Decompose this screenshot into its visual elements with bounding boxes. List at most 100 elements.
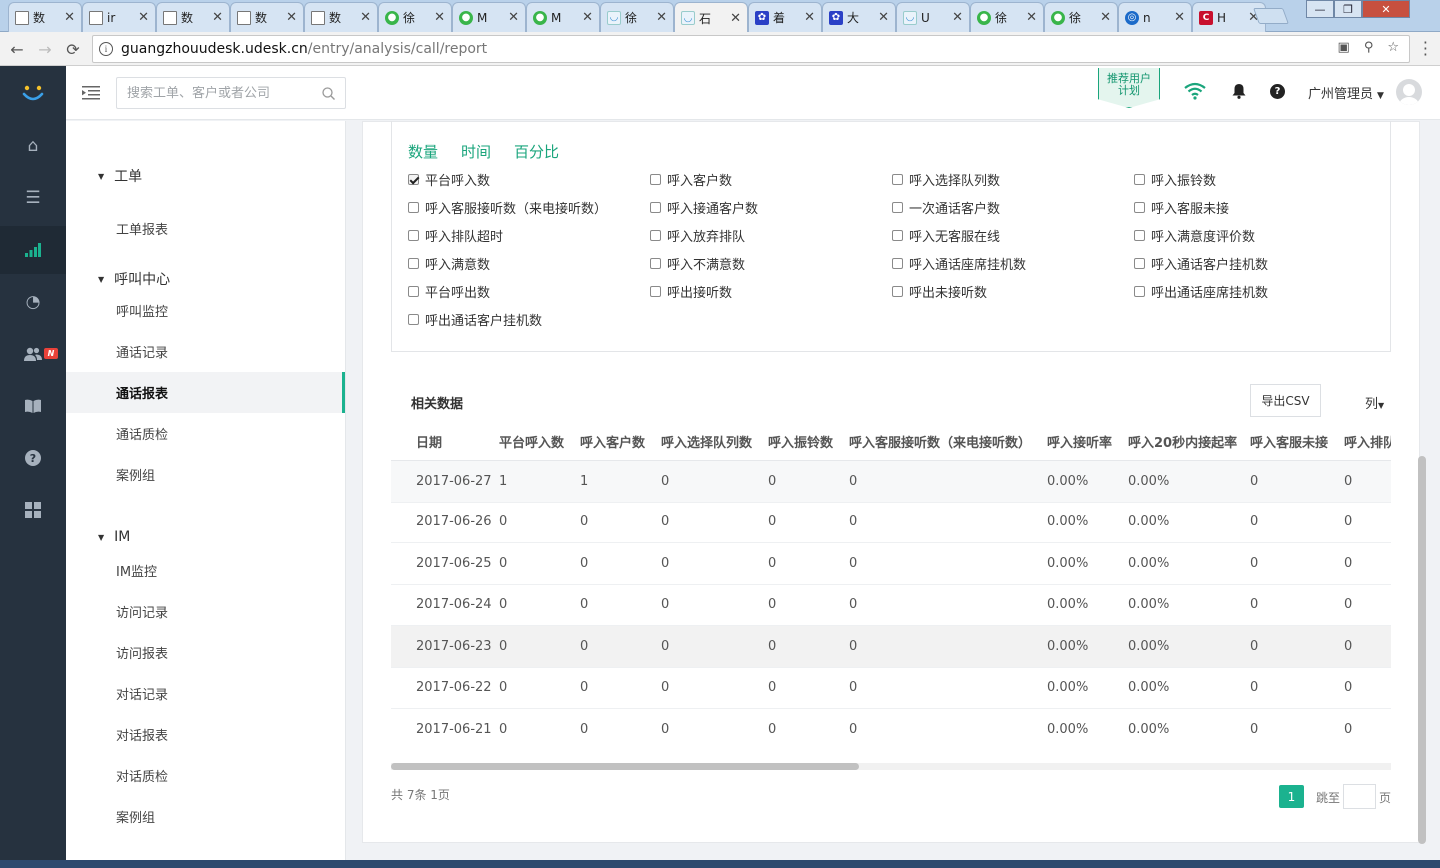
metric-checkbox[interactable]: 平台呼入数 xyxy=(408,170,490,189)
metric-checkbox[interactable]: 呼出接听数 xyxy=(650,282,732,301)
metric-checkbox[interactable]: 呼入排队超时 xyxy=(408,226,503,245)
close-tab-icon[interactable]: ✕ xyxy=(582,10,593,25)
metric-checkbox[interactable]: 呼出通话客户挂机数 xyxy=(408,310,542,329)
sidebar-item[interactable]: 通话报表 xyxy=(66,372,345,413)
browser-tab[interactable]: ◎ n ✕ xyxy=(1118,2,1192,32)
list-icon[interactable]: ☰ xyxy=(0,174,66,222)
browser-tab[interactable]: C H ✕ xyxy=(1192,2,1266,32)
checkbox-unchecked-icon[interactable] xyxy=(892,174,903,185)
home-icon[interactable]: ⌂ xyxy=(0,122,66,170)
export-csv-button[interactable]: 导出CSV xyxy=(1250,384,1321,417)
metric-checkbox[interactable]: 呼入客服未接 xyxy=(1134,198,1229,217)
browser-tab[interactable]: ● 徐 ✕ xyxy=(378,2,452,32)
metric-tab[interactable]: 时间 xyxy=(461,141,491,162)
page-button-current[interactable]: 1 xyxy=(1279,785,1304,808)
checkbox-unchecked-icon[interactable] xyxy=(1134,202,1145,213)
close-tab-icon[interactable]: ✕ xyxy=(730,11,741,26)
close-tab-icon[interactable]: ✕ xyxy=(1026,10,1037,25)
horizontal-scrollbar[interactable] xyxy=(391,763,1391,770)
metric-checkbox[interactable]: 呼入客户数 xyxy=(650,170,732,189)
table-row[interactable]: 2017-06-23 0 0 0 0 0 0.00% 0.00% 0 0 xyxy=(391,626,1391,668)
reload-icon[interactable]: ⟳ xyxy=(60,36,86,62)
sidebar-item[interactable]: 呼叫监控 xyxy=(66,290,345,331)
column-header[interactable]: 日期 xyxy=(416,432,442,451)
referral-program-banner[interactable]: 推荐用户 计划 xyxy=(1098,68,1160,108)
bookmark-star-icon[interactable]: ☆ xyxy=(1387,40,1399,55)
table-row[interactable]: 2017-06-24 0 0 0 0 0 0.00% 0.00% 0 0 xyxy=(391,584,1391,626)
metric-checkbox[interactable]: 平台呼出数 xyxy=(408,282,490,301)
checkbox-unchecked-icon[interactable] xyxy=(892,202,903,213)
close-tab-icon[interactable]: ✕ xyxy=(656,10,667,25)
browser-tab[interactable]: ◡ 石 ✕ xyxy=(674,2,748,33)
column-header[interactable]: 呼入排队超时 xyxy=(1344,432,1391,451)
pie-chart-icon[interactable]: ◔ xyxy=(0,278,66,326)
browser-tab[interactable]: ✿ 大 ✕ xyxy=(822,2,896,32)
metric-checkbox[interactable]: 呼入客服接听数（来电接听数） xyxy=(408,198,607,217)
close-tab-icon[interactable]: ✕ xyxy=(878,10,889,25)
table-row[interactable]: 2017-06-27 1 1 0 0 0 0.00% 0.00% 0 0 xyxy=(391,461,1391,503)
address-bar[interactable]: i guangzhouudesk.udesk.cn/entry/analysis… xyxy=(92,35,1410,63)
back-arrow-icon[interactable]: ← xyxy=(4,36,30,62)
close-tab-icon[interactable]: ✕ xyxy=(286,10,297,25)
checkbox-unchecked-icon[interactable] xyxy=(408,314,419,325)
checkbox-unchecked-icon[interactable] xyxy=(650,286,661,297)
cast-icon[interactable]: ▣ xyxy=(1338,40,1350,55)
new-tab-button[interactable] xyxy=(1253,8,1289,24)
metric-checkbox[interactable]: 一次通话客户数 xyxy=(892,198,1000,217)
apps-grid-icon[interactable] xyxy=(0,486,66,534)
sidebar-item[interactable]: 通话质检 xyxy=(66,413,345,454)
book-icon[interactable] xyxy=(0,382,66,430)
checkbox-unchecked-icon[interactable] xyxy=(408,202,419,213)
checkbox-unchecked-icon[interactable] xyxy=(650,230,661,241)
checkbox-unchecked-icon[interactable] xyxy=(1134,286,1145,297)
collapse-menu-icon[interactable] xyxy=(82,86,100,100)
column-header[interactable]: 呼入20秒内接起率 xyxy=(1128,432,1237,451)
column-header[interactable]: 呼入客户数 xyxy=(580,432,645,451)
nav-group[interactable]: ▼ 工单 xyxy=(98,166,142,186)
close-tab-icon[interactable]: ✕ xyxy=(64,10,75,25)
metric-checkbox[interactable]: 呼入无客服在线 xyxy=(892,226,1000,245)
metric-checkbox[interactable]: 呼入满意度评价数 xyxy=(1134,226,1255,245)
browser-tab[interactable]: ● M ✕ xyxy=(526,2,600,32)
nav-group[interactable]: ▼ IM xyxy=(98,529,130,545)
browser-menu-icon[interactable]: · · · xyxy=(1423,35,1428,63)
browser-tab[interactable]: ✿ 着 ✕ xyxy=(748,2,822,32)
metric-checkbox[interactable]: 呼入振铃数 xyxy=(1134,170,1216,189)
column-header[interactable]: 呼入振铃数 xyxy=(768,432,833,451)
metric-checkbox[interactable]: 呼入接通客户数 xyxy=(650,198,758,217)
help-icon[interactable]: ? xyxy=(1270,84,1285,99)
close-tab-icon[interactable]: ✕ xyxy=(1174,10,1185,25)
metric-checkbox[interactable]: 呼入满意数 xyxy=(408,254,490,273)
checkbox-unchecked-icon[interactable] xyxy=(1134,230,1145,241)
sidebar-item[interactable]: 对话质检 xyxy=(66,755,345,796)
site-info-icon[interactable]: i xyxy=(99,42,113,56)
browser-tab[interactable]: 数 ✕ xyxy=(8,2,82,32)
nav-group[interactable]: ▼ 呼叫中心 xyxy=(98,269,170,289)
checkbox-unchecked-icon[interactable] xyxy=(408,258,419,269)
checkbox-checked-icon[interactable] xyxy=(408,174,419,185)
metric-checkbox[interactable]: 呼出通话座席挂机数 xyxy=(1134,282,1268,301)
sidebar-item[interactable]: IM监控 xyxy=(66,550,345,591)
help-circle-icon[interactable]: ? xyxy=(0,434,66,482)
browser-tab[interactable]: ◡ U ✕ xyxy=(896,2,970,32)
metric-checkbox[interactable]: 呼入选择队列数 xyxy=(892,170,1000,189)
vertical-scrollbar[interactable] xyxy=(1418,456,1426,844)
table-row[interactable]: 2017-06-25 0 0 0 0 0 0.00% 0.00% 0 0 xyxy=(391,543,1391,585)
search-icon[interactable] xyxy=(322,86,335,100)
browser-tab[interactable]: 数 ✕ xyxy=(304,2,378,32)
metric-tab[interactable]: 百分比 xyxy=(514,141,559,162)
checkbox-unchecked-icon[interactable] xyxy=(650,258,661,269)
metric-checkbox[interactable]: 呼出未接听数 xyxy=(892,282,987,301)
sidebar-item[interactable]: 访问报表 xyxy=(66,632,345,673)
column-header[interactable]: 呼入接听率 xyxy=(1047,432,1112,451)
metric-checkbox[interactable]: 呼入不满意数 xyxy=(650,254,745,273)
close-tab-icon[interactable]: ✕ xyxy=(804,10,815,25)
browser-tab[interactable]: 数 ✕ xyxy=(230,2,304,32)
sidebar-item[interactable]: 案例组 xyxy=(66,796,345,837)
checkbox-unchecked-icon[interactable] xyxy=(892,286,903,297)
sidebar-item[interactable]: 通话记录 xyxy=(66,331,345,372)
checkbox-unchecked-icon[interactable] xyxy=(892,258,903,269)
column-header[interactable]: 呼入客服接听数（来电接听数） xyxy=(849,432,1031,451)
users-icon[interactable] xyxy=(0,330,66,378)
scrollbar-thumb[interactable] xyxy=(391,763,859,770)
